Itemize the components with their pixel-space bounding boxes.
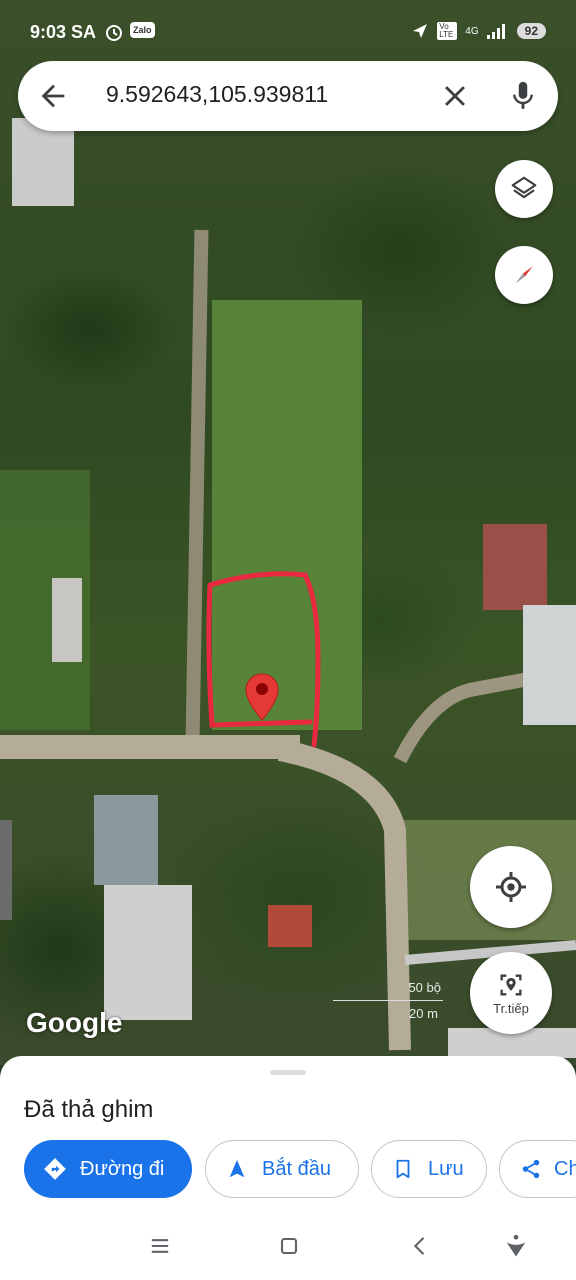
share-label: Ch	[554, 1157, 576, 1180]
volte-label: Vo LTE	[437, 22, 458, 40]
signal-icon	[486, 24, 505, 39]
my-location-icon	[496, 872, 526, 902]
menu-icon[interactable]	[146, 1232, 174, 1260]
map-pin-icon[interactable]	[244, 672, 280, 722]
bookmark-icon	[396, 1159, 410, 1179]
start-button[interactable]: Bắt đầu	[205, 1140, 359, 1198]
scale-ft-label: 50 bộ	[408, 980, 441, 995]
drag-handle[interactable]	[270, 1070, 306, 1075]
compass-icon	[515, 266, 533, 284]
battery-indicator: 92	[516, 23, 546, 39]
save-button[interactable]: Lưu	[371, 1140, 487, 1198]
my-location-button[interactable]	[470, 846, 552, 928]
live-view-icon	[500, 974, 522, 995]
layers-button[interactable]	[495, 160, 553, 218]
directions-label: Đường đi	[80, 1157, 165, 1180]
system-nav-bar	[0, 1210, 576, 1280]
arrow-back-icon[interactable]	[36, 79, 70, 113]
home-square-icon[interactable]	[275, 1232, 303, 1260]
location-arrow-icon	[413, 24, 428, 38]
scale-line	[333, 1000, 443, 1001]
map-scale: 50 bộ 20 m	[333, 980, 443, 1022]
close-icon[interactable]	[438, 79, 472, 113]
share-icon	[522, 1159, 540, 1179]
place-title: Đã thả ghim	[24, 1096, 154, 1123]
search-input[interactable]: 9.592643,105.939811	[106, 81, 328, 108]
live-view-button[interactable]: Tr.tiếp	[470, 952, 552, 1034]
network-label: 4G	[465, 25, 479, 37]
status-time: 9:03 SA	[30, 22, 97, 42]
live-view-label: Tr.tiếp	[493, 1000, 529, 1016]
navigation-arrow-icon	[229, 1159, 245, 1178]
alarm-icon	[106, 25, 122, 41]
start-label: Bắt đầu	[262, 1157, 331, 1180]
directions-icon	[44, 1158, 66, 1180]
status-icons: Vo LTE 4G 92	[411, 22, 546, 40]
layers-icon	[511, 176, 537, 199]
directions-button[interactable]: Đường đi	[24, 1140, 192, 1198]
microphone-icon[interactable]	[506, 79, 540, 113]
assistant-icon[interactable]	[502, 1232, 530, 1260]
search-bar[interactable]: 9.592643,105.939811	[18, 61, 558, 131]
share-button[interactable]: Ch	[499, 1140, 576, 1198]
status-bar: 9:03 SA Zalo Vo LTE 4G 92	[0, 0, 576, 64]
back-chevron-icon[interactable]	[406, 1232, 434, 1260]
save-label: Lưu	[428, 1157, 464, 1180]
compass-button[interactable]	[495, 246, 553, 304]
zalo-badge: Zalo	[130, 22, 155, 38]
google-attribution: Google	[26, 1007, 123, 1038]
scale-m-label: 20 m	[409, 1006, 438, 1021]
